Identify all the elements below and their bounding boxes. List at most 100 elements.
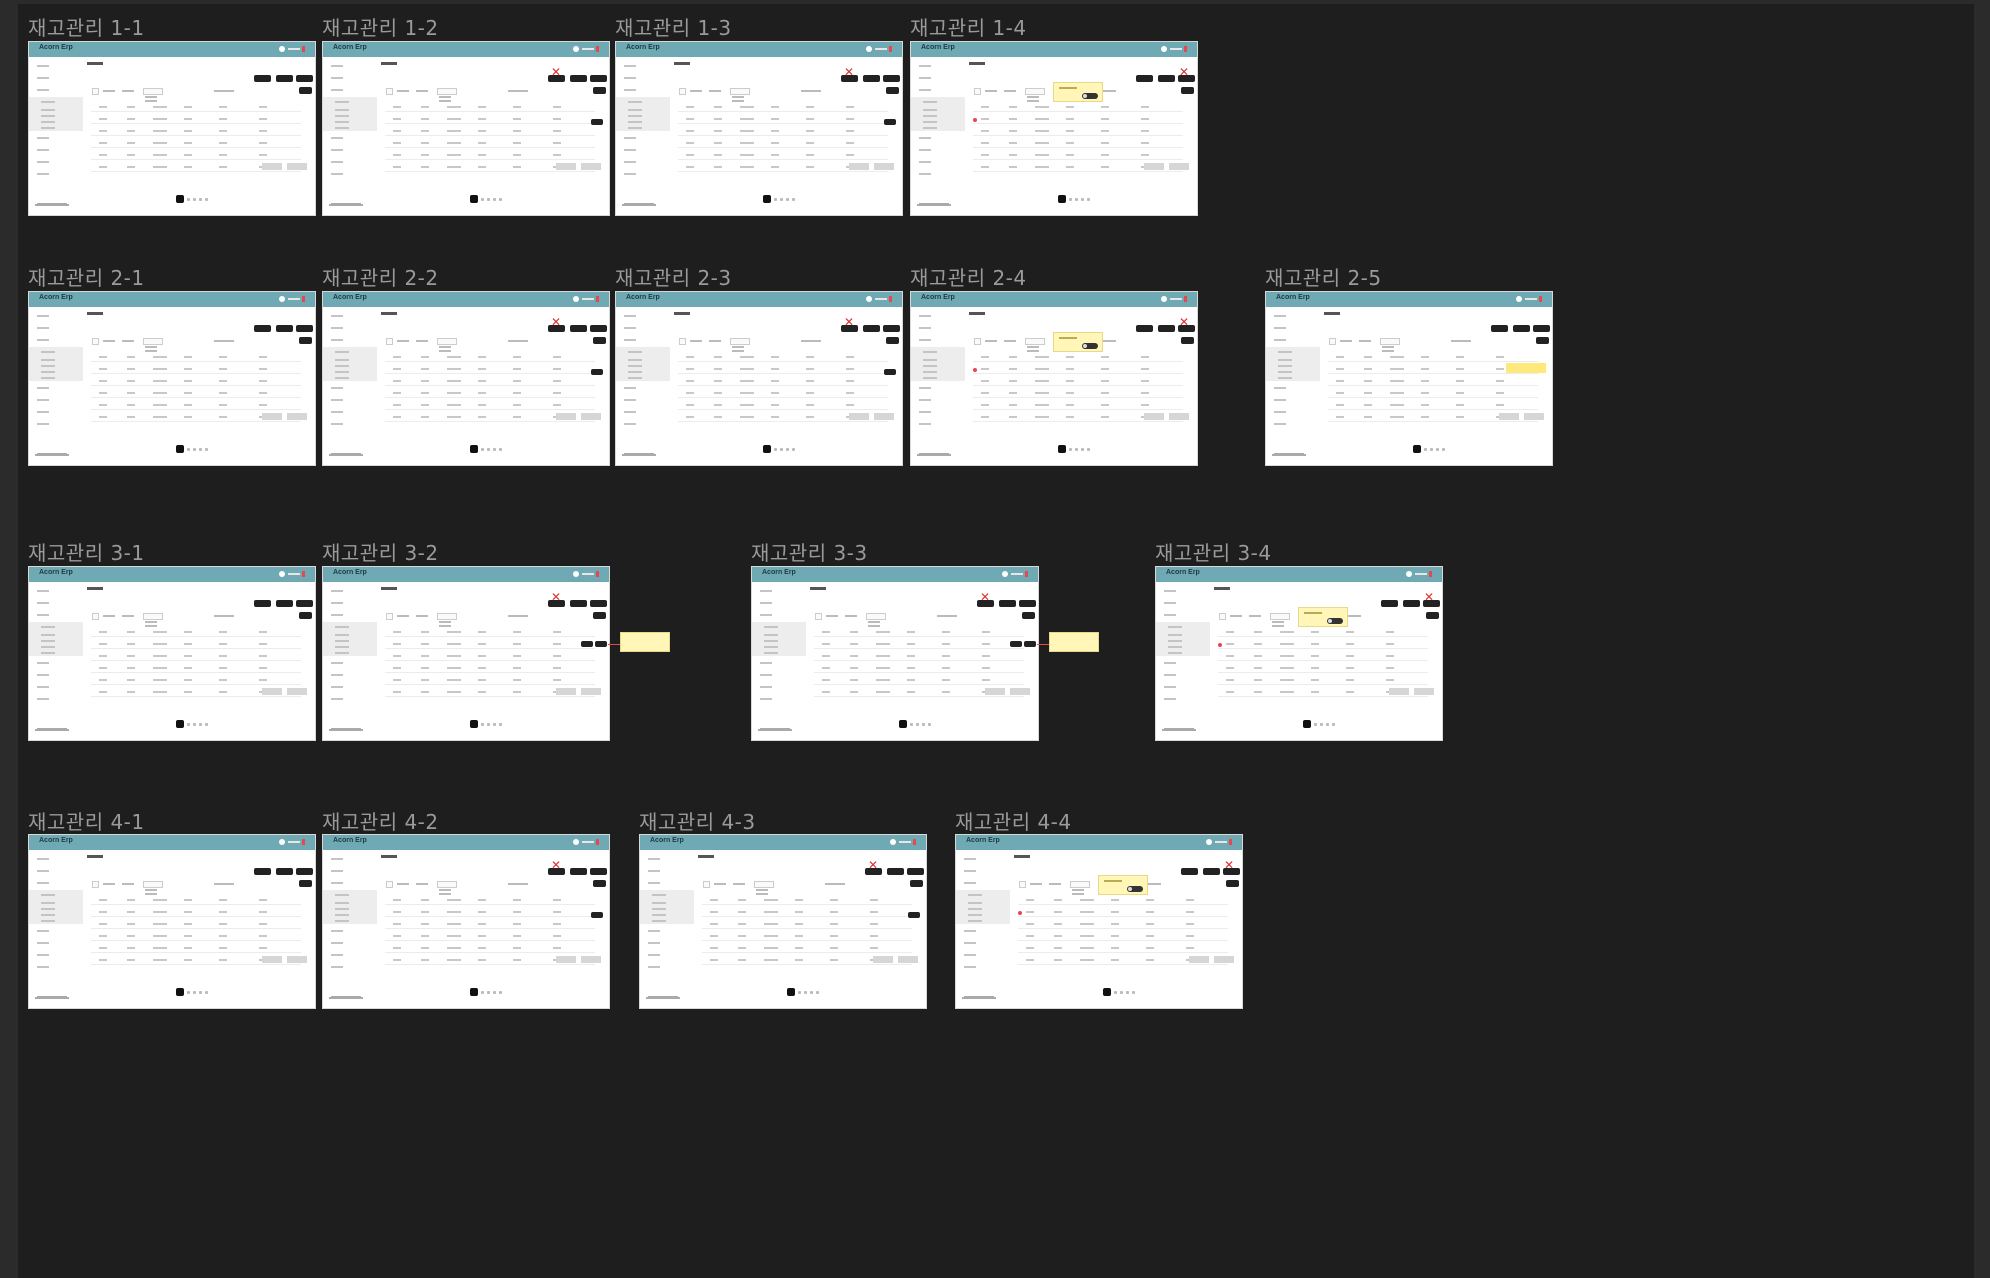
sidebar-item[interactable] <box>1274 423 1286 425</box>
user-menu[interactable] <box>1002 570 1028 578</box>
sidebar-item[interactable] <box>919 65 931 67</box>
pagination-page[interactable] <box>792 198 795 201</box>
filter-checkbox[interactable] <box>679 88 686 95</box>
pagination-current[interactable] <box>470 445 478 453</box>
filter-select[interactable] <box>437 338 457 345</box>
search-button[interactable] <box>593 337 606 344</box>
search-field-label[interactable] <box>937 615 957 617</box>
sidebar-item[interactable] <box>923 101 937 103</box>
search-button[interactable] <box>886 87 899 94</box>
pagination-page[interactable] <box>205 448 208 451</box>
pagination-page[interactable] <box>804 991 807 994</box>
search-button[interactable] <box>299 880 312 887</box>
action-button[interactable] <box>570 600 587 607</box>
sidebar-item[interactable] <box>37 674 49 676</box>
filter-checkbox[interactable] <box>386 613 393 620</box>
pagination-page[interactable] <box>193 723 196 726</box>
search-button[interactable] <box>299 612 312 619</box>
sidebar-item[interactable] <box>37 387 49 389</box>
secondary-button[interactable] <box>262 413 282 420</box>
pagination-page[interactable] <box>493 448 496 451</box>
sidebar-item[interactable] <box>37 698 49 700</box>
sidebar-item[interactable] <box>1274 327 1286 329</box>
sidebar-item[interactable] <box>335 646 349 648</box>
screen-frame[interactable]: Acorn Erp <box>28 41 316 216</box>
sidebar-item[interactable] <box>652 914 666 916</box>
screen-frame[interactable]: Acorn Erp ✕ <box>955 834 1243 1009</box>
screen-frame[interactable]: Acorn Erp ✕ <box>751 566 1039 741</box>
pagination-page[interactable] <box>187 723 190 726</box>
pagination-page[interactable] <box>1436 448 1439 451</box>
sidebar-item[interactable] <box>648 870 660 872</box>
logout-icon[interactable] <box>1025 571 1028 577</box>
sidebar-item[interactable] <box>335 109 349 111</box>
pagination-page[interactable] <box>187 198 190 201</box>
row-action-button[interactable] <box>591 369 603 375</box>
sidebar-item[interactable] <box>624 423 636 425</box>
pagination-page[interactable] <box>1132 991 1135 994</box>
sidebar-item[interactable] <box>652 894 666 896</box>
filter-checkbox[interactable] <box>386 881 393 888</box>
popup-toggle[interactable] <box>1327 618 1343 624</box>
sidebar-item[interactable] <box>919 137 931 139</box>
action-button[interactable] <box>590 600 607 607</box>
secondary-button[interactable] <box>1144 163 1164 170</box>
sidebar-item[interactable] <box>41 894 55 896</box>
filter-checkbox[interactable] <box>974 88 981 95</box>
logout-icon[interactable] <box>889 296 892 302</box>
sidebar-item[interactable] <box>37 339 49 341</box>
sidebar-item[interactable] <box>335 914 349 916</box>
search-field-label[interactable] <box>801 340 821 342</box>
pagination-page[interactable] <box>1332 723 1335 726</box>
sidebar-item[interactable] <box>335 626 349 628</box>
pagination-page[interactable] <box>1120 991 1123 994</box>
pagination-page[interactable] <box>1081 448 1084 451</box>
sidebar-item[interactable] <box>41 359 55 361</box>
search-field-label[interactable] <box>508 340 528 342</box>
screen-frame[interactable]: Acorn Erp ✕ <box>910 291 1198 466</box>
action-button[interactable] <box>590 868 607 875</box>
sidebar-item[interactable] <box>624 89 636 91</box>
search-field-label[interactable] <box>1451 340 1471 342</box>
secondary-button[interactable] <box>873 956 893 963</box>
row-action-button[interactable] <box>591 912 603 918</box>
secondary-button[interactable] <box>581 956 601 963</box>
sidebar-item[interactable] <box>41 626 55 628</box>
logout-icon[interactable] <box>913 839 916 845</box>
action-button[interactable] <box>1181 868 1198 875</box>
row-action-button[interactable] <box>884 369 896 375</box>
secondary-button[interactable] <box>556 413 576 420</box>
pagination-page[interactable] <box>193 448 196 451</box>
search-field-label[interactable] <box>214 90 234 92</box>
sidebar-item[interactable] <box>919 423 931 425</box>
pagination-page[interactable] <box>193 991 196 994</box>
sidebar-item[interactable] <box>624 411 636 413</box>
pagination-current[interactable] <box>470 195 478 203</box>
sidebar-item[interactable] <box>923 371 937 373</box>
secondary-button[interactable] <box>1189 956 1209 963</box>
sidebar-item[interactable] <box>764 646 778 648</box>
sidebar-item[interactable] <box>41 115 55 117</box>
row-action-button[interactable] <box>1024 641 1036 647</box>
pagination-page[interactable] <box>786 198 789 201</box>
sidebar-item[interactable] <box>923 365 937 367</box>
sidebar-item[interactable] <box>331 882 343 884</box>
sidebar-item[interactable] <box>331 65 343 67</box>
sidebar-item[interactable] <box>41 351 55 353</box>
search-button[interactable] <box>299 87 312 94</box>
pagination-current[interactable] <box>470 988 478 996</box>
secondary-button[interactable] <box>556 163 576 170</box>
sidebar-item[interactable] <box>1168 640 1182 642</box>
sidebar-item[interactable] <box>628 121 642 123</box>
sidebar-item[interactable] <box>41 640 55 642</box>
pagination-page[interactable] <box>493 991 496 994</box>
pagination-page[interactable] <box>481 198 484 201</box>
sidebar-item[interactable] <box>1168 652 1182 654</box>
pagination-current[interactable] <box>176 720 184 728</box>
sidebar-item[interactable] <box>37 590 49 592</box>
sidebar-item[interactable] <box>41 127 55 129</box>
sidebar-item[interactable] <box>37 686 49 688</box>
pagination-page[interactable] <box>1075 448 1078 451</box>
sidebar-item[interactable] <box>919 411 931 413</box>
pagination-current[interactable] <box>1058 195 1066 203</box>
